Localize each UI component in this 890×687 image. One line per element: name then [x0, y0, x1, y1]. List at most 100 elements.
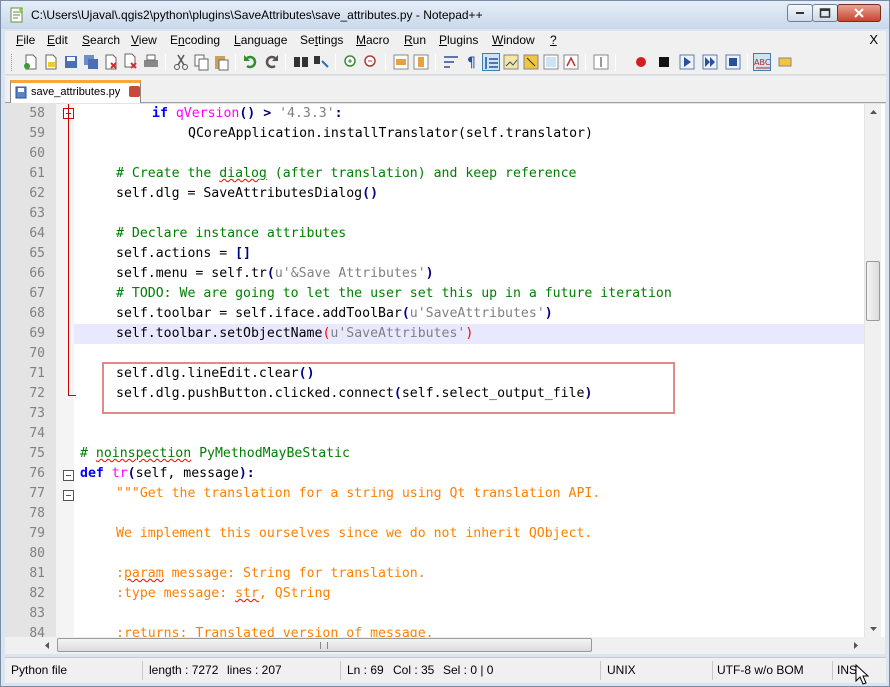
menu-edit[interactable]: Edit — [47, 33, 68, 47]
code-line[interactable]: 81:param message: String for translation… — [5, 564, 885, 584]
function-list-icon[interactable] — [542, 53, 560, 71]
save-all-icon[interactable] — [82, 53, 100, 71]
run-macro-multiple-icon[interactable] — [701, 53, 719, 71]
code-line[interactable]: 82:type message: str, QString — [5, 584, 885, 604]
code-line[interactable]: 84:returns: Translated version of messag… — [5, 624, 885, 637]
status-selection: Sel : 0 | 0 — [439, 661, 601, 680]
minimize-button[interactable] — [787, 4, 813, 22]
sync-horizontal-icon[interactable] — [412, 53, 430, 71]
scroll-left-arrow-icon[interactable] — [39, 637, 56, 654]
status-encoding: UTF-8 w/o BOM — [713, 661, 833, 680]
save-macro-icon[interactable] — [724, 53, 742, 71]
open-file-icon[interactable] — [42, 53, 60, 71]
close-document-x[interactable]: X — [869, 32, 878, 47]
folder-as-workspace-icon[interactable] — [562, 53, 580, 71]
doc-map-icon[interactable] — [522, 53, 540, 71]
toolbar-grip[interactable] — [11, 54, 14, 71]
code-line[interactable]: 76 def tr(self, message): — [5, 464, 885, 484]
code-editor[interactable]: 58 if qVersion() > '4.3.3': 59 QCoreApplica… — [5, 104, 885, 637]
code-line[interactable]: 62 self.dlg = SaveAttributesDialog() — [5, 184, 885, 204]
menu-encoding[interactable]: Encoding — [170, 33, 220, 47]
save-icon[interactable] — [62, 53, 80, 71]
status-line-number: Ln : 69 — [347, 663, 384, 677]
word-wrap-icon[interactable] — [442, 53, 460, 71]
tab-close-icon[interactable] — [129, 86, 140, 97]
code-line[interactable]: 77 """Get the translation for a string us… — [5, 484, 885, 504]
code-line[interactable]: 59 QCoreApplication.installTranslator(sel… — [5, 124, 885, 144]
code-line[interactable]: 78 — [5, 504, 885, 524]
code-line[interactable]: 60 — [5, 144, 885, 164]
new-file-icon[interactable] — [22, 53, 40, 71]
spell-check-icon[interactable]: ABC — [753, 53, 771, 71]
menu-run[interactable]: Run — [404, 33, 426, 47]
show-all-chars-icon[interactable]: ¶ — [462, 53, 480, 71]
menu-macro[interactable]: Macro — [356, 33, 389, 47]
stop-macro-icon[interactable] — [655, 53, 673, 71]
code-line[interactable]: 69 self.toolbar.setObjectName(u'SaveAttri… — [5, 324, 885, 344]
code-line[interactable]: 65 self.actions = [] — [5, 244, 885, 264]
code-line[interactable]: 83 — [5, 604, 885, 624]
menu-view[interactable]: View — [131, 33, 157, 47]
code-line[interactable]: 80 — [5, 544, 885, 564]
find-icon[interactable] — [292, 53, 310, 71]
horizontal-scroll-thumb[interactable] — [57, 638, 592, 652]
code-token: ) — [465, 326, 474, 341]
code-line[interactable]: 63 — [5, 204, 885, 224]
zoom-in-icon[interactable] — [342, 53, 360, 71]
code-line[interactable]: 74 — [5, 424, 885, 444]
scroll-up-arrow-icon[interactable] — [865, 104, 882, 121]
indent-guide-icon[interactable] — [482, 53, 500, 71]
record-macro-icon[interactable] — [632, 53, 650, 71]
line-number: 58 — [29, 106, 45, 121]
scroll-right-arrow-icon[interactable] — [847, 637, 864, 654]
toolbar-separator — [435, 54, 436, 71]
print-icon[interactable] — [142, 53, 160, 71]
tab-label: save_attributes.py — [31, 86, 121, 98]
spell-settings-icon[interactable] — [776, 53, 794, 71]
code-line[interactable]: 67 # TODO: We are going to let the user s… — [5, 284, 885, 304]
vertical-scrollbar[interactable] — [864, 104, 881, 637]
line-number: 74 — [29, 426, 45, 441]
line-number: 70 — [29, 346, 45, 361]
menu-window[interactable]: Window — [492, 33, 535, 47]
menu-run-label: un — [412, 33, 427, 47]
menu-file[interactable]: File — [16, 33, 35, 47]
code-line[interactable]: 58 if qVersion() > '4.3.3': — [5, 104, 885, 124]
code-line[interactable]: 75 # noinspection PyMethodMayBeStatic — [5, 444, 885, 464]
code-line[interactable]: 61 # Create the dialog (after translation… — [5, 164, 885, 184]
menu-help[interactable]: ? — [550, 33, 557, 47]
user-defined-language-icon[interactable] — [502, 53, 520, 71]
title-bar[interactable]: C:\Users\Ujaval\.qgis2\python\plugins\Sa… — [1, 1, 889, 29]
code-line[interactable]: 79 We implement this ourselves since we d… — [5, 524, 885, 544]
vertical-scroll-thumb[interactable] — [866, 261, 880, 321]
code-line[interactable]: 68 self.toolbar = self.iface.addToolBar(u… — [5, 304, 885, 324]
scroll-down-arrow-icon[interactable] — [865, 620, 882, 637]
close-all-icon[interactable] — [122, 53, 140, 71]
code-line[interactable]: 70 — [5, 344, 885, 364]
menu-plugins[interactable]: Plugins — [439, 33, 478, 47]
menu-language-label: anguage — [240, 33, 288, 47]
toolbar-separator — [165, 54, 166, 71]
undo-icon[interactable] — [242, 53, 260, 71]
redo-icon[interactable] — [262, 53, 280, 71]
zoom-out-icon[interactable] — [362, 53, 380, 71]
menu-settings[interactable]: Settings — [300, 33, 343, 47]
replace-icon[interactable] — [312, 53, 330, 71]
copy-icon[interactable] — [192, 53, 210, 71]
menu-language[interactable]: Language — [234, 33, 287, 47]
horizontal-scrollbar[interactable] — [5, 637, 885, 654]
menu-search[interactable]: Search — [82, 33, 120, 47]
play-macro-icon[interactable] — [678, 53, 696, 71]
close-window-button[interactable] — [837, 4, 881, 22]
code-line[interactable]: 64 # Declare instance attributes — [5, 224, 885, 244]
code-token: self.dlg = SaveAttributesDialog — [116, 186, 363, 201]
maximize-button[interactable] — [812, 4, 838, 22]
tab-save-attributes-py[interactable]: save_attributes.py — [10, 80, 141, 103]
paste-icon[interactable] — [212, 53, 230, 71]
close-file-icon[interactable] — [102, 53, 120, 71]
code-text: QCoreApplication.installTranslator(self.… — [188, 126, 593, 141]
sync-vertical-icon[interactable] — [392, 53, 410, 71]
cut-icon[interactable] — [172, 53, 190, 71]
code-line[interactable]: 66 self.menu = self.tr(u'&Save Attributes… — [5, 264, 885, 284]
monitoring-icon[interactable] — [592, 53, 610, 71]
